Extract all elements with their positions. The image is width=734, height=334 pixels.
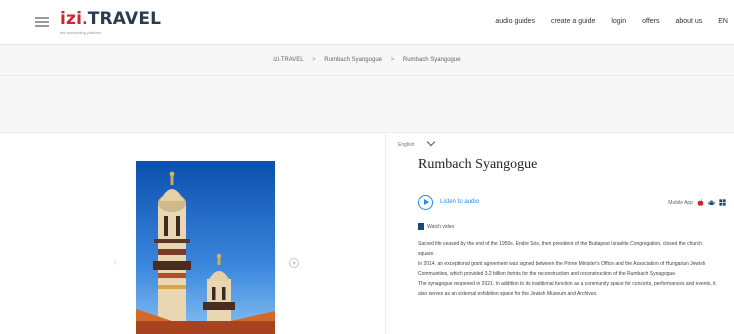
breadcrumb-home[interactable]: izi.TRAVEL (273, 57, 303, 63)
play-circle-icon[interactable] (418, 195, 433, 210)
prev-arrow-icon[interactable]: ‹ (114, 257, 117, 267)
site-header: izi.TRAVEL the storytelling platform aud… (0, 0, 734, 45)
page-title: Rumbach Syangogue (418, 157, 538, 172)
nav-language-en[interactable]: EN (718, 18, 728, 25)
breadcrumb-separator: > (390, 57, 395, 63)
listen-audio-label[interactable]: Listen to audio (440, 199, 479, 205)
logo-tagline: the storytelling platform (60, 30, 102, 35)
nav-create-guide[interactable]: create a guide (551, 18, 595, 25)
chevron-down-icon[interactable] (426, 137, 436, 147)
description-paragraph: The synagogue reopened in 2021. In addit… (418, 281, 716, 297)
nav-audio-guides[interactable]: audio guides (495, 18, 535, 25)
description-paragraph: In 2014, an exceptional grant agreement … (418, 261, 706, 277)
android-icon[interactable] (708, 199, 715, 206)
logo-izi-text: izi (60, 9, 83, 29)
breadcrumb: izi.TRAVEL > Rumbach Syangogue > Rumbach… (0, 45, 734, 75)
breadcrumb-current[interactable]: Rumbach Syangogue (403, 57, 461, 63)
description: Sacred life ceased by the end of the 195… (418, 239, 718, 299)
watch-video-label[interactable]: Watch video (427, 224, 454, 230)
logo-travel-text: TRAVEL (87, 9, 162, 29)
nav-offers[interactable]: offers (642, 18, 659, 25)
apple-icon[interactable] (697, 199, 704, 206)
language-selector[interactable]: English (398, 142, 414, 148)
media-pane: ‹ (0, 133, 386, 334)
nav-about-us[interactable]: about us (675, 18, 702, 25)
nav-login[interactable]: login (611, 18, 626, 25)
hamburger-menu-icon[interactable] (35, 17, 49, 27)
mobile-app-label: Mobile App (668, 199, 693, 206)
breadcrumb-tour[interactable]: Rumbach Syangogue (324, 57, 382, 63)
media-play-icon[interactable] (289, 258, 299, 268)
video-icon[interactable] (418, 223, 424, 230)
izi-travel-logo[interactable]: izi.TRAVEL the storytelling platform (60, 10, 161, 35)
breadcrumb-bar: izi.TRAVEL > Rumbach Syangogue > Rumbach… (0, 45, 734, 76)
main-content: ‹ English Rumbach Syangogue Listen to au… (0, 132, 734, 334)
mobile-app-links: Mobile App (668, 199, 726, 206)
banner-area (0, 76, 734, 132)
synagogue-photo (136, 161, 275, 334)
top-nav: audio guides create a guide login offers… (481, 18, 728, 25)
description-paragraph: Sacred life ceased by the end of the 195… (418, 241, 703, 257)
details-pane: English Rumbach Syangogue Listen to audi… (398, 133, 734, 334)
windows-icon[interactable] (719, 199, 726, 206)
breadcrumb-separator: > (312, 57, 316, 63)
